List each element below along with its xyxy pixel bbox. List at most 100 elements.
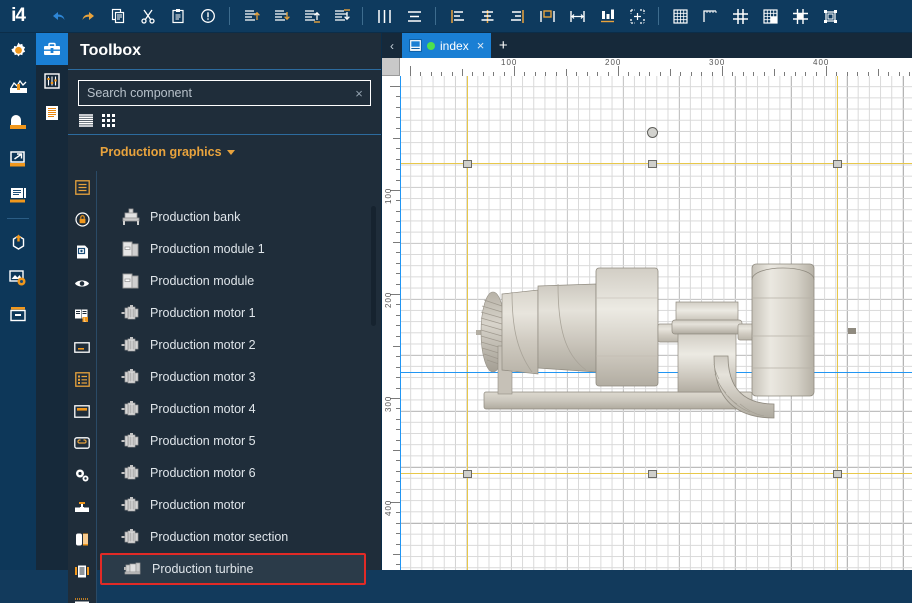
production-module-icon xyxy=(120,271,142,291)
toolbar-separator xyxy=(658,7,659,25)
group-icon[interactable] xyxy=(817,3,843,29)
distribute-vertical-icon[interactable] xyxy=(328,3,354,29)
snap-grid-icon[interactable] xyxy=(727,3,753,29)
selection-handle-bottom-right[interactable] xyxy=(833,470,842,478)
selection-handle-top-left[interactable] xyxy=(463,160,472,168)
eye-icon[interactable] xyxy=(68,267,96,299)
selection-handle-bottom-center[interactable] xyxy=(648,470,657,478)
selection-handle-bottom-left[interactable] xyxy=(463,470,472,478)
chevron-down-icon[interactable] xyxy=(226,149,235,155)
tab-prev-button[interactable]: ‹ xyxy=(382,33,402,58)
tab-index[interactable]: index × xyxy=(402,33,492,58)
guide-vertical-right[interactable] xyxy=(837,76,838,570)
export-icon[interactable] xyxy=(0,141,36,177)
component-list[interactable]: Production bank Production module 1 Prod… xyxy=(96,201,382,603)
same-size-icon[interactable] xyxy=(594,3,620,29)
vertical-ruler[interactable]: 100 200 300 400 xyxy=(382,76,400,570)
cut-icon[interactable] xyxy=(135,3,161,29)
panel-icon[interactable] xyxy=(68,395,96,427)
list-scrollbar[interactable] xyxy=(371,206,376,598)
category-list-icon[interactable] xyxy=(68,171,96,203)
list-item[interactable]: Production motor section xyxy=(96,521,382,553)
snap-objects-icon[interactable] xyxy=(787,3,813,29)
align-right-icon[interactable] xyxy=(504,3,530,29)
same-height-icon[interactable] xyxy=(564,3,590,29)
align-center-horizontal-icon[interactable] xyxy=(401,3,427,29)
archive-icon[interactable] xyxy=(0,105,36,141)
add-tab-button[interactable]: + xyxy=(491,33,515,58)
link-icon[interactable] xyxy=(68,427,96,459)
grid-settings-icon[interactable] xyxy=(757,3,783,29)
properties-icon[interactable] xyxy=(36,65,68,97)
guide-vertical-blue[interactable] xyxy=(400,76,401,570)
design-canvas[interactable] xyxy=(400,76,912,570)
report-icon[interactable] xyxy=(0,177,36,213)
align-top-icon[interactable] xyxy=(238,3,264,29)
list-view-icon[interactable] xyxy=(79,113,93,127)
deploy-icon[interactable] xyxy=(0,224,36,260)
document-icon[interactable] xyxy=(68,235,96,267)
box-icon[interactable] xyxy=(0,296,36,332)
align-center-icon[interactable] xyxy=(474,3,500,29)
search-box[interactable]: × xyxy=(78,80,371,106)
clear-search-icon[interactable]: × xyxy=(348,86,370,101)
toolbox-icon[interactable] xyxy=(36,33,68,65)
guides-icon[interactable] xyxy=(697,3,723,29)
conveyor-icon[interactable] xyxy=(68,587,96,603)
tab-close-icon[interactable]: × xyxy=(477,38,485,53)
list-item[interactable]: Production motor 2 xyxy=(96,329,382,361)
list-item-selected[interactable]: Production turbine xyxy=(100,553,366,585)
align-middle-vertical-icon[interactable] xyxy=(298,3,324,29)
list-item[interactable]: Production bank xyxy=(96,201,382,233)
ruler-tick xyxy=(826,66,827,76)
search-input[interactable] xyxy=(79,86,348,100)
undo-icon[interactable] xyxy=(45,3,71,29)
settings-icon[interactable] xyxy=(0,33,36,69)
tank-icon[interactable] xyxy=(68,523,96,555)
selection-handle-top-right[interactable] xyxy=(833,160,842,168)
book-icon[interactable]: L xyxy=(68,299,96,331)
guide-horizontal-blue[interactable] xyxy=(400,372,912,373)
list-scrollbar-thumb[interactable] xyxy=(371,206,376,326)
ruler-tick xyxy=(462,69,463,76)
grid-icon[interactable] xyxy=(667,3,693,29)
guide-vertical-left[interactable] xyxy=(467,76,468,570)
list-item[interactable]: Production motor 5 xyxy=(96,425,382,457)
chart-import-icon[interactable] xyxy=(0,69,36,105)
list-item[interactable]: Production module 1 xyxy=(96,233,382,265)
image-settings-icon[interactable] xyxy=(0,260,36,296)
machine-icon[interactable] xyxy=(68,555,96,587)
distribute-horizontal-icon[interactable] xyxy=(371,3,397,29)
horizontal-ruler[interactable]: 100 200 300 400 xyxy=(400,58,912,76)
list-item[interactable]: Production motor 6 xyxy=(96,457,382,489)
same-width-icon[interactable] xyxy=(534,3,560,29)
lock-icon[interactable] xyxy=(68,203,96,235)
info-icon[interactable] xyxy=(195,3,221,29)
outline-icon[interactable] xyxy=(36,97,68,129)
left-icon-rail xyxy=(0,33,36,570)
selection-handle-top-center[interactable] xyxy=(648,160,657,168)
list-item[interactable]: Production motor 3 xyxy=(96,361,382,393)
category-row[interactable]: Production graphics xyxy=(68,139,381,165)
grid-view-icon[interactable] xyxy=(102,113,115,127)
list-item[interactable]: Production motor xyxy=(96,489,382,521)
rotation-handle[interactable] xyxy=(647,127,658,138)
editor-tab-bar: ‹ index × + xyxy=(382,33,912,58)
ruler-label: 300 xyxy=(709,58,726,67)
list-item[interactable]: Production motor 1 xyxy=(96,297,382,329)
production-turbine-graphic[interactable] xyxy=(476,246,856,426)
valve-icon[interactable] xyxy=(68,491,96,523)
list-item[interactable]: Production motor 4 xyxy=(96,393,382,425)
list-item[interactable]: Production module xyxy=(96,265,382,297)
paste-icon[interactable] xyxy=(165,3,191,29)
copy-icon[interactable] xyxy=(105,3,131,29)
table-icon[interactable] xyxy=(68,363,96,395)
ruler-label: 400 xyxy=(813,58,830,67)
redo-icon[interactable] xyxy=(75,3,101,29)
category-label[interactable]: Production graphics xyxy=(100,145,222,159)
fit-selection-icon[interactable] xyxy=(624,3,650,29)
align-bottom-icon[interactable] xyxy=(268,3,294,29)
field-icon[interactable] xyxy=(68,331,96,363)
gears-icon[interactable] xyxy=(68,459,96,491)
align-left-icon[interactable] xyxy=(444,3,470,29)
